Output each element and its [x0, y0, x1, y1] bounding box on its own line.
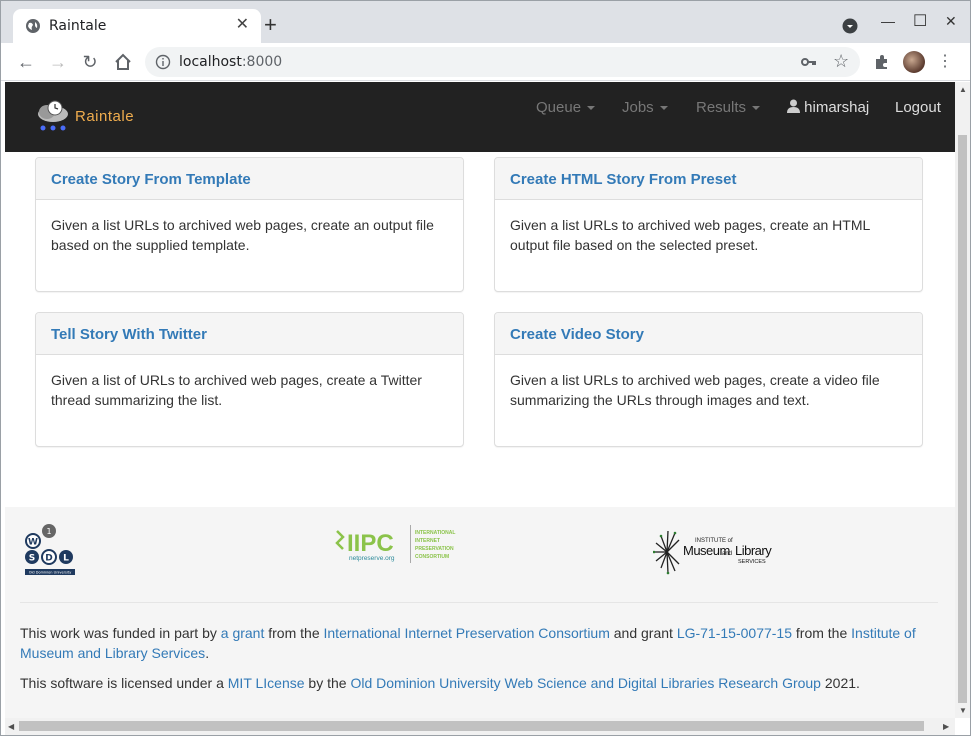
- web-page: Raintale Queue Jobs Results himarshaj Lo…: [5, 82, 955, 718]
- svg-text:PRESERVATION: PRESERVATION: [415, 546, 454, 552]
- grant-link[interactable]: a grant: [221, 625, 265, 641]
- globe-icon: [26, 19, 40, 33]
- reload-icon[interactable]: ↻: [80, 52, 100, 72]
- wsdl-group-link[interactable]: Old Dominion University Web Science and …: [350, 675, 821, 691]
- nav-jobs-menu[interactable]: Jobs: [622, 99, 668, 116]
- navbar: Raintale Queue Jobs Results himarshaj Lo…: [5, 82, 955, 152]
- horizontal-scrollbar[interactable]: ◀ ▶: [5, 718, 955, 735]
- iipc-link[interactable]: International Internet Preservation Cons…: [324, 625, 610, 641]
- menu-icon[interactable]: ⋮: [935, 52, 955, 72]
- nav-user[interactable]: himarshaj: [787, 99, 869, 116]
- card-heading: Create Video Story: [495, 313, 922, 355]
- mit-license-link[interactable]: MIT LIcense: [228, 675, 305, 691]
- logout-link[interactable]: Logout: [895, 99, 941, 116]
- url-text: localhost:8000: [179, 54, 283, 70]
- horizontal-scroll-thumb[interactable]: [19, 721, 924, 731]
- extensions-icon[interactable]: [873, 53, 891, 71]
- browser-window: Raintale ✕ + — ☐ ✕ ← → ↻ localhost:8000 …: [0, 0, 971, 736]
- close-tab-icon[interactable]: ✕: [236, 17, 249, 33]
- wsdl-w: W: [28, 538, 38, 548]
- info-icon[interactable]: [155, 54, 171, 70]
- tab-strip: Raintale ✕ + — ☐ ✕: [1, 1, 970, 43]
- home-icon[interactable]: [113, 52, 133, 72]
- card-title-link[interactable]: Create Story From Template: [51, 171, 251, 188]
- iipc-sub: netpreserve.org: [349, 555, 395, 562]
- svg-text:INTERNET: INTERNET: [415, 538, 440, 544]
- wsdl-l: L: [63, 554, 69, 564]
- scroll-up-icon[interactable]: ▲: [959, 85, 967, 94]
- vertical-scroll-thumb[interactable]: [958, 135, 967, 703]
- vertical-scrollbar[interactable]: ▲ ▼: [955, 82, 970, 718]
- imls-main2: Library: [735, 543, 772, 558]
- funding-text: This work was funded in part by a grant …: [20, 625, 916, 661]
- imls-logo[interactable]: INSTITUTE of Museum and Library SERVICES: [653, 527, 783, 577]
- svg-text:INTERNATIONAL: INTERNATIONAL: [415, 530, 455, 536]
- card-heading: Create Story From Template: [36, 158, 463, 200]
- footer: 1 W S D L Old Dominion University IIPC n…: [5, 507, 955, 718]
- iipc-logo[interactable]: IIPC netpreserve.org INTERNATIONAL INTER…: [335, 523, 469, 565]
- browser-toolbar: ← → ↻ localhost:8000 ☆ ⋮: [1, 43, 970, 81]
- card-heading: Tell Story With Twitter: [36, 313, 463, 355]
- card-title-link[interactable]: Create HTML Story From Preset: [510, 171, 736, 188]
- svg-text:CONSORTIUM: CONSORTIUM: [415, 554, 449, 560]
- user-icon: [787, 99, 800, 113]
- card-title-link[interactable]: Create Video Story: [510, 326, 644, 343]
- bookmark-star-icon[interactable]: ☆: [833, 51, 849, 72]
- minimize-icon[interactable]: —: [881, 13, 895, 29]
- wsdl-s: S: [29, 554, 35, 564]
- imls-and: and: [722, 551, 732, 557]
- svg-text:1: 1: [46, 527, 51, 536]
- card-heading: Create HTML Story From Preset: [495, 158, 922, 200]
- imls-bottom: SERVICES: [738, 559, 766, 565]
- caret-down-icon: [659, 106, 668, 111]
- nav-queue-menu[interactable]: Queue: [536, 99, 596, 116]
- scroll-right-icon[interactable]: ▶: [943, 722, 949, 731]
- wsdl-caption: Old Dominion University: [29, 571, 72, 575]
- profile-avatar[interactable]: [903, 51, 925, 73]
- close-window-icon[interactable]: ✕: [945, 13, 957, 30]
- caret-down-icon: [752, 106, 761, 111]
- key-icon[interactable]: [801, 55, 817, 69]
- maximize-icon[interactable]: ☐: [913, 11, 927, 31]
- card-body: Given a list URLs to archived web pages,…: [510, 372, 880, 408]
- card-body: Given a list of URLs to archived web pag…: [51, 372, 422, 408]
- address-bar[interactable]: localhost:8000 ☆: [145, 47, 860, 77]
- lg-grant-link[interactable]: LG-71-15-0077-15: [677, 625, 792, 641]
- raintale-logo[interactable]: [37, 100, 73, 134]
- card-create-html-story-preset: Create HTML Story From Preset Given a li…: [494, 157, 923, 292]
- tab-search-icon[interactable]: [842, 18, 858, 34]
- scroll-left-icon[interactable]: ◀: [8, 722, 14, 731]
- card-body: Given a list URLs to archived web pages,…: [51, 217, 434, 253]
- tab-title: Raintale: [49, 18, 107, 34]
- nav-results-menu[interactable]: Results: [696, 99, 761, 116]
- card-create-story-template: Create Story From Template Given a list …: [35, 157, 464, 292]
- wsdl-d: D: [45, 554, 52, 564]
- card-title-link[interactable]: Tell Story With Twitter: [51, 326, 207, 343]
- forward-icon[interactable]: →: [48, 52, 68, 72]
- browser-tab[interactable]: Raintale ✕: [13, 9, 261, 43]
- card-tell-story-twitter: Tell Story With Twitter Given a list of …: [35, 312, 464, 447]
- wsdl-logo[interactable]: 1 W S D L Old Dominion University: [22, 523, 78, 583]
- license-text: This software is licensed under a MIT LI…: [20, 675, 860, 691]
- scroll-down-icon[interactable]: ▼: [959, 706, 967, 715]
- caret-down-icon: [587, 106, 596, 111]
- card-body: Given a list URLs to archived web pages,…: [510, 217, 870, 253]
- iipc-name: IIPC: [347, 530, 394, 557]
- brand-name[interactable]: Raintale: [75, 108, 134, 125]
- back-icon[interactable]: ←: [16, 52, 36, 72]
- footer-divider: [20, 602, 938, 603]
- card-create-video-story: Create Video Story Given a list URLs to …: [494, 312, 923, 447]
- new-tab-icon[interactable]: +: [264, 14, 277, 36]
